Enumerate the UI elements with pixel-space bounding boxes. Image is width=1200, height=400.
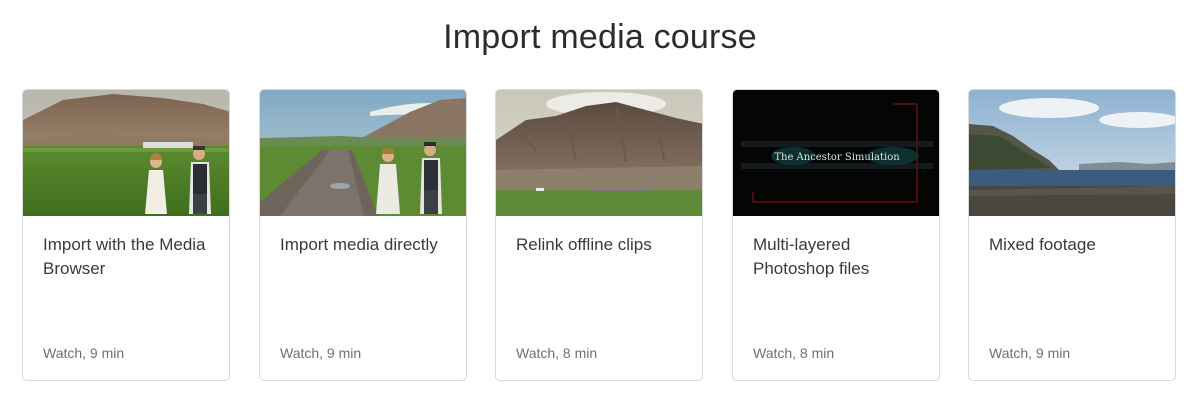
card-duration: Watch, 9 min bbox=[280, 345, 362, 361]
card-title[interactable]: Import media directly bbox=[280, 233, 456, 257]
card-duration: Watch, 8 min bbox=[516, 345, 598, 361]
coastal-cliffs-thumbnail bbox=[969, 90, 1175, 216]
couple-on-road-thumbnail bbox=[260, 90, 466, 216]
video-thumbnail[interactable]: The Ancestor Simulation bbox=[733, 90, 939, 216]
video-thumbnail[interactable] bbox=[260, 90, 466, 216]
course-card-mixed-footage[interactable]: Mixed footage Watch, 9 min bbox=[968, 89, 1176, 381]
video-thumbnail[interactable] bbox=[496, 90, 702, 216]
course-card-multi-layered-photoshop[interactable]: The Ancestor Simulation Multi-layered Ph… bbox=[732, 89, 940, 381]
card-duration: Watch, 8 min bbox=[753, 345, 835, 361]
course-card-relink-offline-clips[interactable]: Relink offline clips Watch, 8 min bbox=[495, 89, 703, 381]
course-card-import-media-browser[interactable]: Import with the Media Browser Watch, 9 m… bbox=[22, 89, 230, 381]
course-page: Import media course Import with the Medi… bbox=[0, 0, 1200, 400]
title-graphic-text: The Ancestor Simulation bbox=[774, 152, 900, 163]
card-duration: Watch, 9 min bbox=[989, 345, 1071, 361]
page-title: Import media course bbox=[443, 18, 757, 56]
couple-in-field-thumbnail bbox=[23, 90, 229, 216]
card-title[interactable]: Import with the Media Browser bbox=[43, 233, 219, 281]
course-card-list: Import with the Media Browser Watch, 9 m… bbox=[22, 89, 1178, 383]
title-graphic-thumbnail: The Ancestor Simulation bbox=[733, 90, 939, 216]
card-title[interactable]: Mixed footage bbox=[989, 233, 1165, 257]
card-duration: Watch, 9 min bbox=[43, 345, 125, 361]
course-card-import-media-directly[interactable]: Import media directly Watch, 9 min bbox=[259, 89, 467, 381]
video-thumbnail[interactable] bbox=[23, 90, 229, 216]
mountain-range-thumbnail bbox=[496, 90, 702, 216]
card-title[interactable]: Relink offline clips bbox=[516, 233, 692, 257]
card-title[interactable]: Multi-layered Photoshop files bbox=[753, 233, 929, 281]
video-thumbnail[interactable] bbox=[969, 90, 1175, 216]
